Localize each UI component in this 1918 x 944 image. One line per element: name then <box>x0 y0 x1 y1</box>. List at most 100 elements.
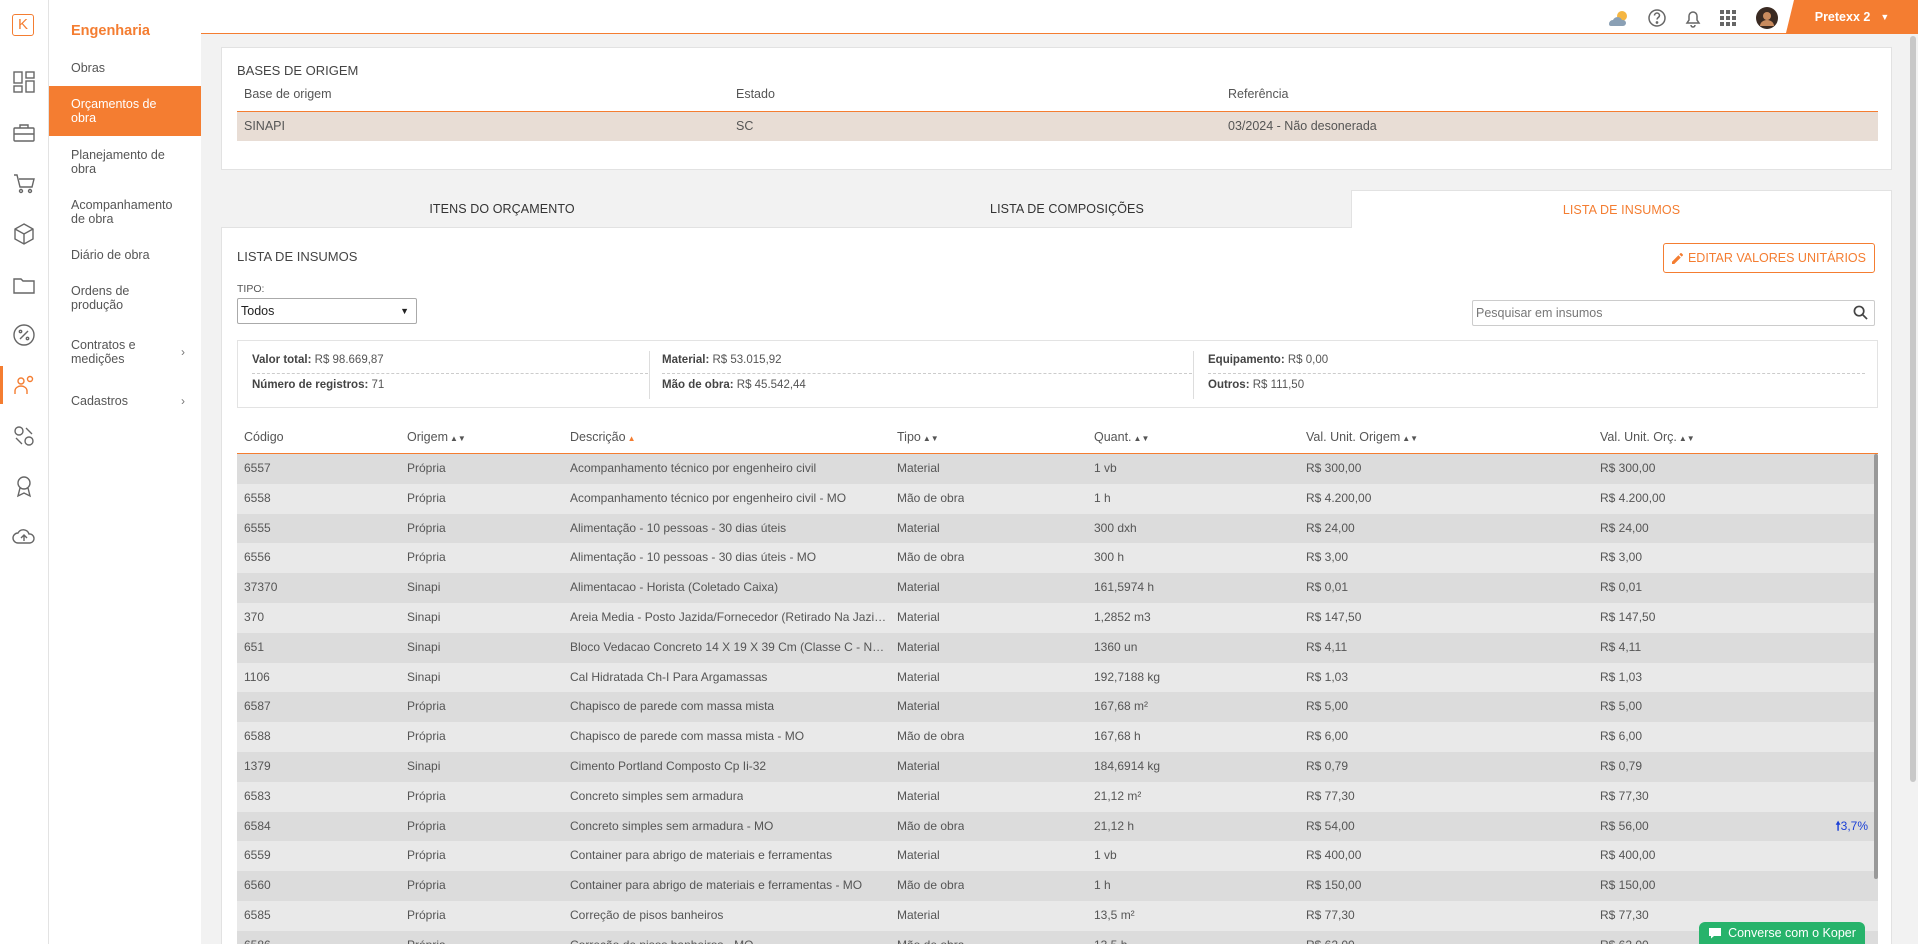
col-val-origem[interactable]: Val. Unit. Origem ▲▼ <box>1306 430 1418 444</box>
engineering-icon[interactable] <box>0 366 37 404</box>
table-row[interactable]: 651 Sinapi Bloco Vedacao Concreto 14 X 19 … <box>237 632 1878 663</box>
cell-descricao: Acompanhamento técnico por engenheiro ci… <box>570 490 847 505</box>
col-val-orc[interactable]: Val. Unit. Orç. ▲▼ <box>1600 430 1695 444</box>
apps-grid-icon[interactable] <box>1718 8 1738 28</box>
cell-origem: Sinapi <box>407 669 441 684</box>
table-row[interactable]: 6587 Própria Chapisco de parede com massa … <box>237 692 1878 723</box>
cart-icon[interactable] <box>11 170 37 196</box>
cell-codigo: 651 <box>244 639 265 654</box>
cloud-upload-icon[interactable] <box>11 524 37 550</box>
summary-outros: Outros: R$ 111,50 <box>1208 379 1305 391</box>
cell-codigo: 6585 <box>244 907 271 922</box>
tipo-select[interactable]: Todos ▼ <box>237 298 417 324</box>
table-scrollbar[interactable] <box>1874 454 1878 879</box>
col-tipo[interactable]: Tipo ▲▼ <box>897 430 939 444</box>
cell-descricao: Chapisco de parede com massa mista - MO <box>570 729 805 744</box>
cell-val-orc: R$ 5,00 <box>1600 699 1643 714</box>
table-row[interactable]: 6586 Própria Correção de pisos banheiros -… <box>237 930 1878 944</box>
cell-quant: 13,5 h <box>1094 931 1127 944</box>
percent-icon[interactable] <box>11 322 37 348</box>
cell-codigo: 6558 <box>244 490 271 505</box>
cell-origem: Sinapi <box>407 609 441 624</box>
sidebar-item-planejamento[interactable]: Planejamento de obra <box>49 146 201 178</box>
cell-val-orc: R$ 62,00 <box>1600 931 1649 944</box>
chat-button-label: Converse com o Koper <box>1728 926 1856 940</box>
table-row[interactable]: 6584 Própria Concreto simples sem armadura… <box>237 811 1878 842</box>
table-row[interactable]: 6560 Própria Container para abrigo de mate… <box>237 871 1878 901</box>
app-logo[interactable]: K <box>12 14 34 36</box>
sidebar-item-ordens[interactable]: Ordens de produção <box>49 282 201 314</box>
cell-val-origem: R$ 77,30 <box>1306 788 1355 803</box>
cell-val-origem: R$ 54,00 <box>1306 818 1355 833</box>
cell-descricao: Areia Media - Posto Jazida/Fornecedor (R… <box>570 609 888 624</box>
col-codigo[interactable]: Código <box>244 430 284 444</box>
summary-valor-total: Valor total: R$ 98.669,87 <box>252 354 384 366</box>
cell-tipo: Mão de obra <box>897 550 965 565</box>
table-row[interactable]: 6583 Própria Concreto simples sem armadura… <box>237 781 1878 812</box>
cell-codigo: 6587 <box>244 699 271 714</box>
bases-row[interactable]: SINAPI SC 03/2024 - Não desonerada <box>237 111 1878 141</box>
folder-icon[interactable] <box>11 272 37 298</box>
edit-unit-values-label: EDITAR VALORES UNITÁRIOS <box>1687 251 1866 265</box>
weather-icon[interactable] <box>1605 8 1633 28</box>
table-row[interactable]: 1106 Sinapi Cal Hidratada Ch-I Para Argama… <box>237 662 1878 693</box>
table-row[interactable]: 6555 Própria Alimentação - 10 pessoas - 30… <box>237 513 1878 544</box>
bell-icon[interactable] <box>1683 8 1703 28</box>
boxes-icon[interactable] <box>11 221 37 247</box>
help-icon[interactable] <box>1647 8 1667 28</box>
estado-value: SC <box>736 119 754 133</box>
cell-tipo: Material <box>897 669 940 684</box>
dashboard-icon[interactable] <box>11 69 37 95</box>
col-quant[interactable]: Quant. ▲▼ <box>1094 430 1149 444</box>
table-row[interactable]: 6588 Própria Chapisco de parede com massa … <box>237 722 1878 752</box>
tools-icon[interactable] <box>11 423 37 449</box>
table-row[interactable]: 6559 Própria Container para abrigo de mate… <box>237 841 1878 872</box>
sidebar-item-cadastros[interactable]: Cadastros › <box>49 391 201 411</box>
cell-origem: Sinapi <box>407 758 441 773</box>
cell-codigo: 1379 <box>244 758 271 773</box>
award-icon[interactable] <box>11 473 37 499</box>
table-row[interactable]: 370 Sinapi Areia Media - Posto Jazida/Forn… <box>237 602 1878 633</box>
chat-button[interactable]: Converse com o Koper <box>1699 922 1865 944</box>
table-row[interactable]: 1379 Sinapi Cimento Portland Composto Cp I… <box>237 751 1878 782</box>
avatar[interactable] <box>1756 7 1778 29</box>
col-estado: Estado <box>736 87 775 101</box>
table-row[interactable]: 6558 Própria Acompanhamento técnico por en… <box>237 483 1878 514</box>
sidebar-item-label: Planejamento de obra <box>71 148 165 176</box>
tab-itens-orcamento[interactable]: ITENS DO ORÇAMENTO <box>221 190 783 228</box>
cell-origem: Própria <box>407 878 446 893</box>
table-row[interactable]: 6557 Própria Acompanhamento técnico por en… <box>237 454 1878 484</box>
table-row[interactable]: 37370 Sinapi Alimentacao - Horista (Coleta… <box>237 573 1878 603</box>
search-input[interactable] <box>1473 301 1843 325</box>
table-row[interactable]: 6556 Própria Alimentação - 10 pessoas - 30… <box>237 543 1878 574</box>
user-menu[interactable]: Pretexx 2 ▼ <box>1786 0 1918 33</box>
cell-codigo: 6559 <box>244 848 271 863</box>
cell-origem: Própria <box>407 550 446 565</box>
table-header: Código Origem ▲▼ Descrição ▲ Tipo ▲▼ Quant.… <box>237 420 1878 454</box>
sidebar-item-diario[interactable]: Diário de obra <box>49 245 201 265</box>
cell-descricao: Acompanhamento técnico por engenheiro ci… <box>570 461 817 475</box>
cell-codigo: 6588 <box>244 729 271 744</box>
cell-quant: 300 h <box>1094 550 1125 565</box>
cell-val-origem: R$ 3,00 <box>1306 550 1349 565</box>
search-icon[interactable] <box>1853 305 1868 323</box>
pencil-icon <box>1671 252 1683 264</box>
edit-unit-values-button[interactable]: EDITAR VALORES UNITÁRIOS <box>1662 243 1875 273</box>
sidebar-item-acompanhamento[interactable]: Acompanhamento de obra <box>49 196 201 228</box>
sidebar-item-obras[interactable]: Obras <box>49 58 201 78</box>
col-origem[interactable]: Origem ▲▼ <box>407 430 466 444</box>
insumos-table: Código Origem ▲▼ Descrição ▲ Tipo ▲▼ Quant.… <box>237 420 1878 944</box>
cell-val-orc: R$ 77,30 <box>1600 907 1649 922</box>
cell-quant: 1,2852 m3 <box>1094 609 1151 624</box>
tab-lista-insumos[interactable]: LISTA DE INSUMOS <box>1351 190 1892 228</box>
briefcase-icon[interactable] <box>11 120 37 146</box>
cell-quant: 21,12 h <box>1094 818 1135 833</box>
page-scrollbar[interactable] <box>1910 36 1916 782</box>
sidebar-item-contratos[interactable]: Contratos e medições › <box>49 336 201 368</box>
tab-lista-composicoes[interactable]: LISTA DE COMPOSIÇÕES <box>783 190 1351 228</box>
cell-tipo: Material <box>897 580 940 595</box>
col-descricao[interactable]: Descrição ▲ <box>570 430 636 444</box>
search-box[interactable] <box>1472 300 1875 326</box>
table-row[interactable]: 6585 Própria Correção de pisos banheiros Ma… <box>237 900 1878 931</box>
sidebar-item-orcamentos[interactable]: Orçamentos de obra <box>49 86 201 136</box>
